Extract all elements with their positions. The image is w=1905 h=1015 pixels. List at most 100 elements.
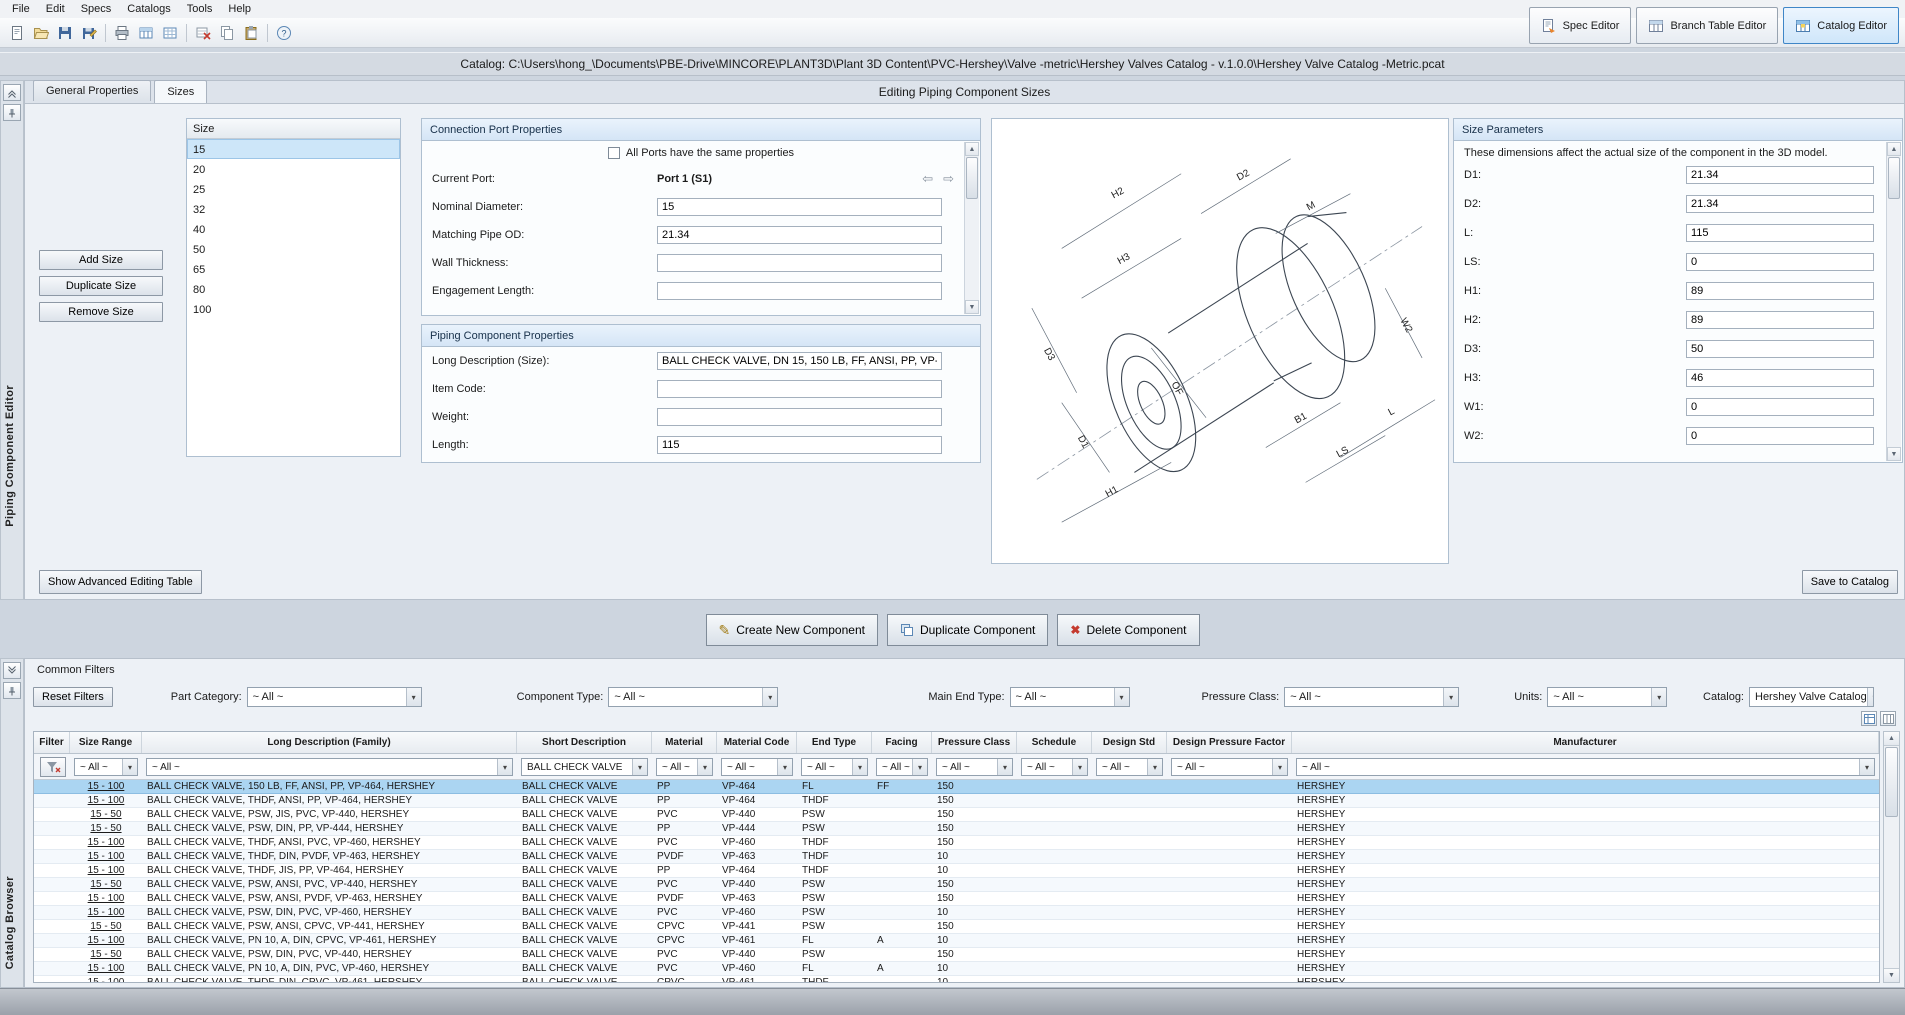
column-filter-combo[interactable]: ~ All ~▾ — [1021, 758, 1088, 776]
add-size-button[interactable]: Add Size — [39, 250, 163, 270]
save-to-catalog-button[interactable]: Save to Catalog — [1802, 570, 1898, 594]
parameter-input[interactable] — [1686, 166, 1874, 184]
parameter-input[interactable] — [1686, 398, 1874, 416]
column-header[interactable]: Material — [652, 732, 717, 753]
print-icon[interactable] — [110, 21, 134, 45]
size-item[interactable]: 80 — [187, 279, 400, 299]
save-as-icon[interactable] — [77, 21, 101, 45]
parameter-input[interactable] — [1686, 282, 1874, 300]
table-row[interactable]: 15 - 100 BALL CHECK VALVE, THDF, JIS, PP… — [34, 864, 1879, 878]
port-field-input[interactable] — [657, 282, 942, 300]
reset-filters-button[interactable]: Reset Filters — [33, 687, 113, 707]
menu-catalogs[interactable]: Catalogs — [119, 2, 178, 16]
table-row[interactable]: 15 - 100 BALL CHECK VALVE, PN 10, A, DIN… — [34, 934, 1879, 948]
size-range-link[interactable]: 15 - 100 — [70, 836, 142, 849]
table-scrollbar[interactable]: ▲ ▼ — [1883, 731, 1900, 983]
column-header[interactable]: End Type — [797, 732, 872, 753]
parameter-input[interactable] — [1686, 195, 1874, 213]
column-header[interactable]: Facing — [872, 732, 932, 753]
column-filter-combo[interactable]: ~ All ~▾ — [721, 758, 793, 776]
remove-size-button[interactable]: Remove Size — [39, 302, 163, 322]
table-row[interactable]: 15 - 100 BALL CHECK VALVE, THDF, ANSI, P… — [34, 794, 1879, 808]
size-item[interactable]: 32 — [187, 199, 400, 219]
column-filter-combo[interactable]: ~ All ~▾ — [74, 758, 138, 776]
size-item[interactable]: 65 — [187, 259, 400, 279]
menu-specs[interactable]: Specs — [73, 2, 120, 16]
units-combo[interactable]: ~ All ~▾ — [1547, 687, 1667, 707]
parameter-input[interactable] — [1686, 340, 1874, 358]
port-field-input[interactable] — [657, 198, 942, 216]
column-header[interactable]: Material Code — [717, 732, 797, 753]
scroll-up-icon[interactable]: ▲ — [1887, 142, 1901, 156]
pin-panel-icon[interactable] — [3, 682, 21, 699]
help-icon[interactable]: ? — [272, 21, 296, 45]
scroll-up-icon[interactable]: ▲ — [965, 142, 979, 156]
create-new-component-button[interactable]: ✎ Create New Component — [706, 614, 878, 646]
clear-filter-button[interactable] — [40, 757, 66, 777]
parameter-input[interactable] — [1686, 311, 1874, 329]
column-filter-combo[interactable]: ~ All ~▾ — [146, 758, 513, 776]
duplicate-size-button[interactable]: Duplicate Size — [39, 276, 163, 296]
column-filter-combo[interactable]: ~ All ~▾ — [801, 758, 868, 776]
scroll-down-icon[interactable]: ▼ — [965, 300, 979, 314]
size-item[interactable]: 40 — [187, 219, 400, 239]
column-filter-combo[interactable]: BALL CHECK VALVE▾ — [521, 758, 648, 776]
column-header[interactable]: Long Description (Family) — [142, 732, 517, 753]
table-row[interactable]: 15 - 50 BALL CHECK VALVE, PSW, DIN, PP, … — [34, 822, 1879, 836]
size-range-link[interactable]: 15 - 50 — [70, 878, 142, 891]
column-header[interactable]: Pressure Class — [932, 732, 1017, 753]
menu-edit[interactable]: Edit — [38, 2, 73, 16]
port-field-input[interactable] — [657, 254, 942, 272]
size-item[interactable]: 25 — [187, 179, 400, 199]
new-icon[interactable] — [5, 21, 29, 45]
table-row[interactable]: 15 - 100 BALL CHECK VALVE, THDF, ANSI, P… — [34, 836, 1879, 850]
column-header[interactable]: Schedule — [1017, 732, 1092, 753]
size-range-link[interactable]: 15 - 100 — [70, 962, 142, 975]
size-range-link[interactable]: 15 - 100 — [70, 780, 142, 793]
scrollbar-thumb[interactable] — [1888, 157, 1900, 199]
spec-editor-button[interactable]: Spec Editor — [1529, 7, 1632, 44]
size-range-link[interactable]: 15 - 100 — [70, 850, 142, 863]
table-row[interactable]: 15 - 50 BALL CHECK VALVE, PSW, JIS, PVC,… — [34, 808, 1879, 822]
component-field-input[interactable] — [657, 408, 942, 426]
previous-port-icon[interactable]: ⇦ — [922, 171, 933, 187]
table-row[interactable]: 15 - 50 BALL CHECK VALVE, PSW, ANSI, PVC… — [34, 878, 1879, 892]
table-row[interactable]: 15 - 100 BALL CHECK VALVE, PN 10, A, DIN… — [34, 962, 1879, 976]
scroll-down-icon[interactable]: ▼ — [1887, 447, 1901, 461]
size-parameters-scrollbar[interactable]: ▲ ▼ — [1886, 142, 1901, 461]
component-type-combo[interactable]: ~ All ~▾ — [608, 687, 778, 707]
size-range-link[interactable]: 15 - 50 — [70, 822, 142, 835]
catalog-editor-button[interactable]: Catalog Editor — [1783, 7, 1899, 44]
scroll-up-icon[interactable]: ▲ — [1884, 732, 1899, 746]
size-range-link[interactable]: 15 - 100 — [70, 794, 142, 807]
size-item[interactable]: 50 — [187, 239, 400, 259]
show-advanced-editing-table-button[interactable]: Show Advanced Editing Table — [39, 570, 202, 594]
column-header[interactable]: Design Pressure Factor — [1167, 732, 1292, 753]
duplicate-component-button[interactable]: Duplicate Component — [887, 614, 1048, 646]
delete-component-button[interactable]: ✖ Delete Component — [1057, 614, 1199, 646]
pressure-class-combo[interactable]: ~ All ~▾ — [1284, 687, 1459, 707]
size-item[interactable]: 15 — [187, 139, 400, 159]
size-range-link[interactable]: 15 - 100 — [70, 976, 142, 983]
component-field-input[interactable] — [657, 352, 942, 370]
next-port-icon[interactable]: ⇨ — [943, 171, 954, 187]
paste-icon[interactable] — [239, 21, 263, 45]
size-range-link[interactable]: 15 - 50 — [70, 920, 142, 933]
menu-help[interactable]: Help — [220, 2, 259, 16]
open-icon[interactable] — [29, 21, 53, 45]
table-view-icon[interactable] — [1861, 711, 1877, 726]
column-filter-combo[interactable]: ~ All ~▾ — [936, 758, 1013, 776]
size-item[interactable]: 100 — [187, 299, 400, 319]
component-field-input[interactable] — [657, 436, 942, 454]
column-filter-combo[interactable]: ~ All ~▾ — [1096, 758, 1163, 776]
table-row[interactable]: 15 - 100 BALL CHECK VALVE, 150 LB, FF, A… — [34, 780, 1879, 794]
column-options-icon[interactable] — [1880, 711, 1896, 726]
port-field-input[interactable] — [657, 226, 942, 244]
connection-port-scrollbar[interactable]: ▲ ▼ — [964, 142, 979, 314]
column-header[interactable]: Short Description — [517, 732, 652, 753]
delete-icon[interactable] — [191, 21, 215, 45]
menu-file[interactable]: File — [4, 2, 38, 16]
parameter-input[interactable] — [1686, 224, 1874, 242]
save-icon[interactable] — [53, 21, 77, 45]
main-end-type-combo[interactable]: ~ All ~▾ — [1010, 687, 1130, 707]
